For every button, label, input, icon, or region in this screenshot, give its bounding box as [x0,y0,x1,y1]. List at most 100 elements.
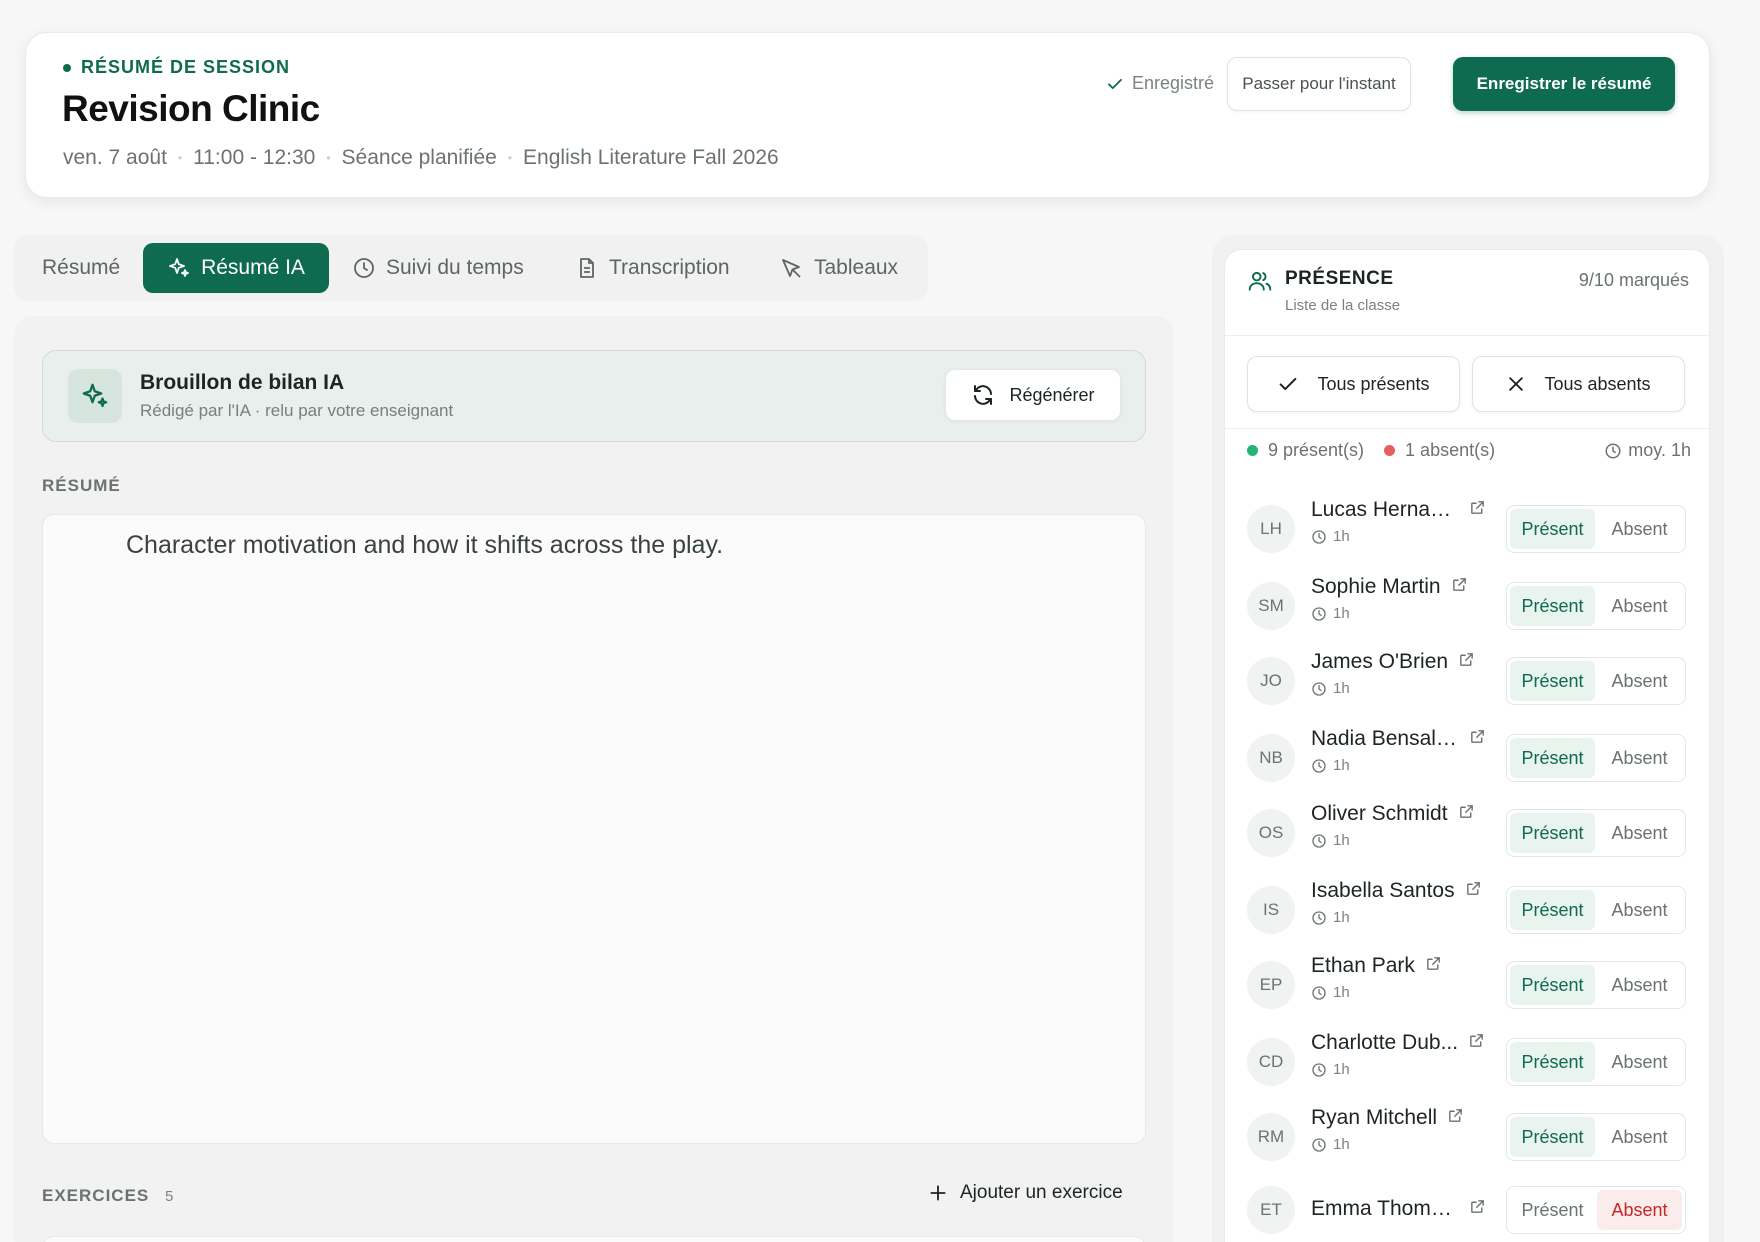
clock-icon [1311,529,1327,545]
absent-option[interactable]: Absent [1597,1042,1682,1082]
present-option[interactable]: Présent [1510,890,1595,930]
avatar: LH [1247,505,1295,553]
student-name: Isabella Santos [1311,879,1482,903]
external-link-icon[interactable] [1458,650,1475,674]
external-link-icon[interactable] [1425,954,1442,978]
absent-option[interactable]: Absent [1597,661,1682,701]
page-title: Revision Clinic [62,88,320,129]
external-link-icon[interactable] [1469,1197,1486,1221]
student-duration: 1h [1311,909,1350,926]
tab-transcription[interactable]: Transcription [575,243,730,293]
student-name: Emma Thomp... [1311,1197,1486,1221]
absent-option[interactable]: Absent [1597,813,1682,853]
tab-label: Suivi du temps [386,256,524,279]
student-name: Lucas Hernan... [1311,498,1486,522]
duration-text: 1h [1333,1061,1350,1078]
summary-label: RÉSUMÉ [42,476,121,495]
close-icon [1509,377,1524,391]
avatar: SM [1247,582,1295,630]
tab-label: Transcription [609,256,730,279]
attendance-toggle: Présent Absent [1506,1113,1686,1161]
tab-label: Résumé IA [201,256,305,279]
regenerate-button[interactable]: Régénérer [945,369,1121,421]
present-option[interactable]: Présent [1510,1042,1595,1082]
present-count: 9 présent(s) [1268,440,1365,460]
clock-icon [1311,606,1327,622]
attendance-toggle: Présent Absent [1506,734,1686,782]
student-name-text: James O'Brien [1311,650,1449,673]
external-link-icon[interactable] [1469,498,1486,522]
student-name: Oliver Schmidt [1311,802,1475,826]
users-icon [1248,271,1272,291]
attendance-toggle: Présent Absent [1506,505,1686,553]
student-row: IS Isabella Santos 1h Présent Absent [1225,879,1709,949]
present-option[interactable]: Présent [1510,1117,1595,1157]
student-duration: 1h [1311,984,1350,1001]
absent-option[interactable]: Absent [1597,738,1682,778]
duration-text: 1h [1333,909,1350,926]
present-option[interactable]: Présent [1510,509,1595,549]
external-link-icon[interactable] [1468,1031,1485,1055]
external-link-icon[interactable] [1465,879,1482,903]
absent-option[interactable]: Absent [1597,586,1682,626]
eyebrow-label: RÉSUMÉ DE SESSION [81,57,291,77]
add-exercise-label: Ajouter un exercice [960,1182,1123,1203]
save-summary-button[interactable]: Enregistrer le résumé [1453,57,1675,111]
main-panel: Brouillon de bilan IA Rédigé par l'IA · … [14,316,1174,1242]
external-link-icon[interactable] [1447,1106,1464,1130]
external-link-icon[interactable] [1458,802,1475,826]
tab-resume-ia[interactable]: Résumé IA [143,243,329,293]
ai-draft-title: Brouillon de bilan IA [140,371,345,394]
all-present-button[interactable]: Tous présents [1247,356,1460,412]
student-name-text: Ryan Mitchell [1311,1106,1438,1129]
student-row: SM Sophie Martin 1h Présent Absent [1225,575,1709,645]
session-eyebrow: RÉSUMÉ DE SESSION [63,57,290,78]
all-absent-button[interactable]: Tous absents [1472,356,1685,412]
attendance-toggle: Présent Absent [1506,657,1686,705]
present-option[interactable]: Présent [1510,1190,1595,1230]
clock-icon [354,258,374,278]
absent-option[interactable]: Absent [1597,1117,1682,1157]
present-option[interactable]: Présent [1510,586,1595,626]
present-option[interactable]: Présent [1510,661,1595,701]
meta-separator: • [326,151,331,165]
refresh-icon [974,385,993,405]
external-link-icon[interactable] [1469,727,1486,751]
meta-separator: • [177,151,183,165]
absent-dot [1384,445,1396,456]
absent-option[interactable]: Absent [1597,965,1682,1005]
attendance-toggle: Présent Absent [1506,1038,1686,1086]
absent-option[interactable]: Absent [1597,890,1682,930]
tab-boards[interactable]: Tableaux [780,243,898,293]
student-name-text: Lucas Hernan... [1311,498,1459,521]
average-duration: moy. 1h [1604,440,1691,461]
student-duration: 1h [1311,680,1350,697]
duration-text: 1h [1333,528,1350,545]
student-name-text: Nadia Bensale... [1311,727,1459,750]
divider [1225,335,1709,336]
student-row: OS Oliver Schmidt 1h Présent Absent [1225,802,1709,872]
external-link-icon[interactable] [1451,575,1468,599]
add-exercise-button[interactable]: Ajouter un exercice [928,1182,1123,1204]
clock-icon [1311,985,1327,1001]
exercise-list [42,1236,1146,1242]
tab-time-tracking[interactable]: Suivi du temps [352,243,524,293]
saved-label: Enregistré [1132,73,1215,93]
exercises-label: EXERCICES [42,1186,150,1205]
avatar: JO [1247,657,1295,705]
summary-editor[interactable]: Character motivation and how it shifts a… [42,514,1146,1144]
present-option[interactable]: Présent [1510,965,1595,1005]
tab-resume[interactable]: Résumé [42,243,120,293]
tab-label: Tableaux [814,256,899,279]
student-row: EP Ethan Park 1h Présent Absent [1225,954,1709,1024]
avatar: RM [1247,1113,1295,1161]
student-row: NB Nadia Bensale... 1h Présent Absent [1225,727,1709,797]
present-option[interactable]: Présent [1510,738,1595,778]
absent-option[interactable]: Absent [1597,509,1682,549]
attendance-panel: PRÉSENCE Liste de la classe 9/10 marqués… [1212,235,1724,1242]
skip-button[interactable]: Passer pour l'instant [1227,57,1411,111]
student-duration: 1h [1311,528,1350,545]
present-option[interactable]: Présent [1510,813,1595,853]
student-name-text: Oliver Schmidt [1311,802,1448,825]
absent-option[interactable]: Absent [1597,1190,1682,1230]
